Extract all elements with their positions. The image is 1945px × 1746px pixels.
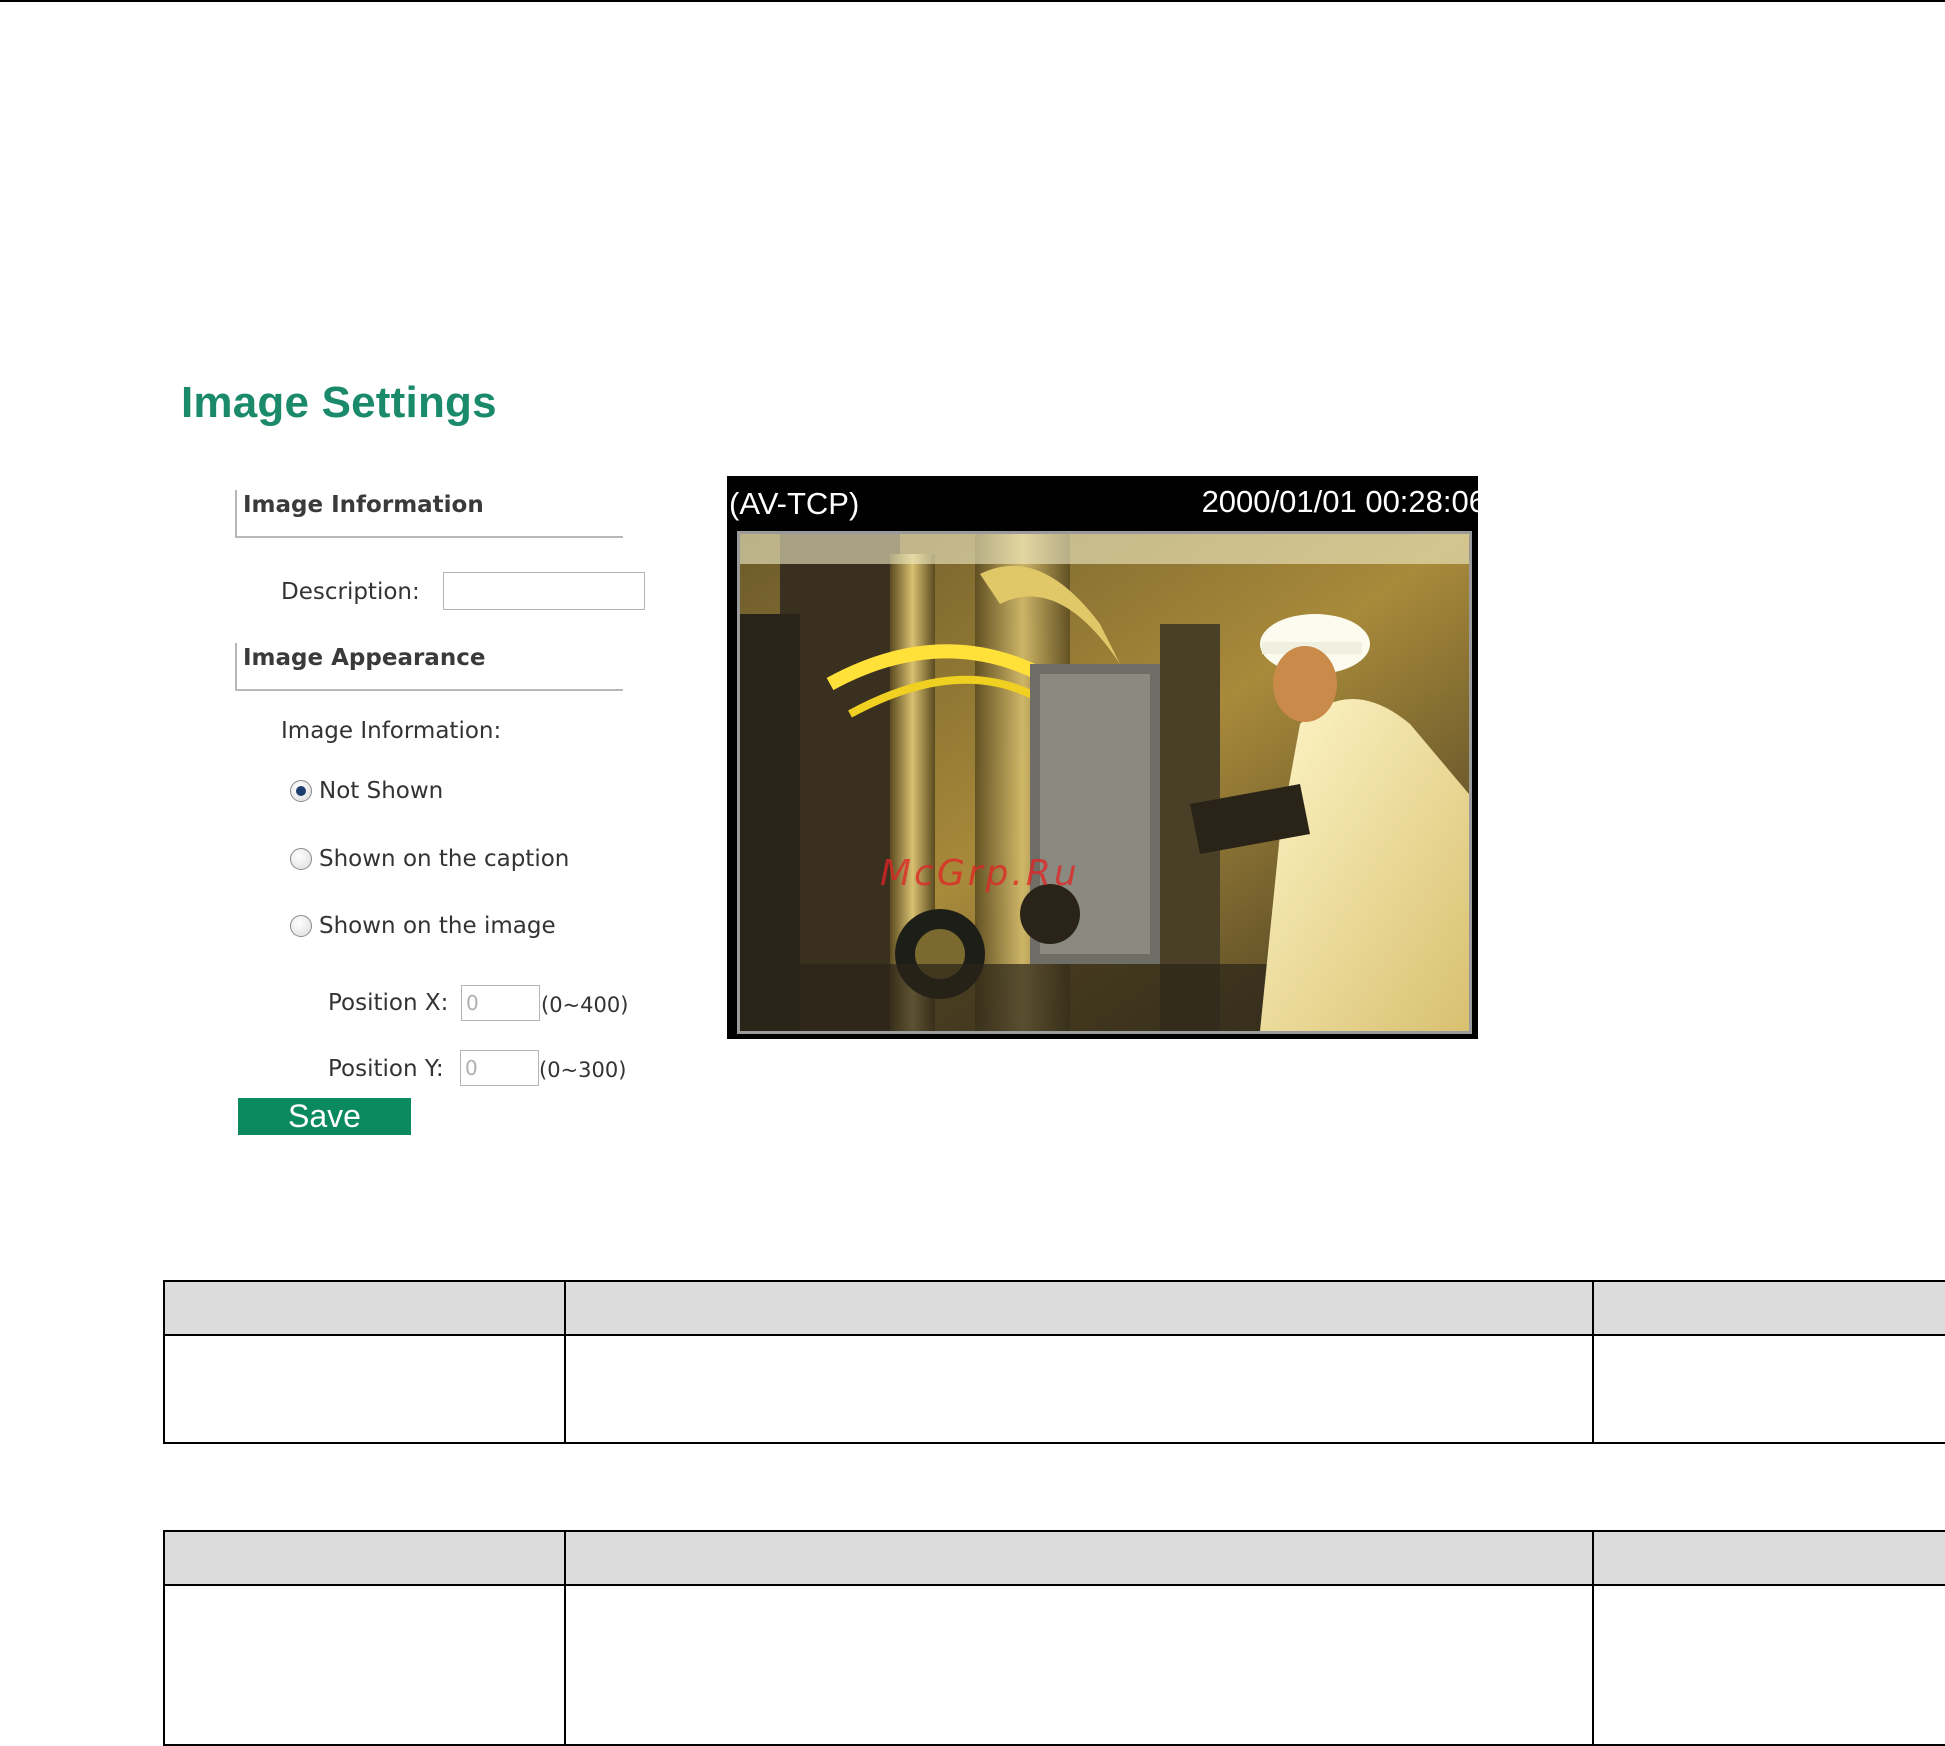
- image-appearance-header-label: Image Appearance: [243, 645, 486, 671]
- table-header-cell: [163, 1280, 566, 1336]
- preview-caption-left: (AV-TCP): [729, 486, 860, 521]
- image-appearance-header: Image Appearance: [235, 643, 623, 691]
- position-x-range: (0~400): [541, 993, 629, 1017]
- position-x-label: Position X:: [328, 990, 449, 1016]
- radio-shown-on-caption-label: Shown on the caption: [319, 846, 570, 872]
- position-y-range: (0~300): [539, 1058, 627, 1082]
- table-header-row: [163, 1280, 1945, 1336]
- settings-table-1: [163, 1280, 1945, 1444]
- description-label: Description:: [281, 579, 420, 605]
- table-header-cell: [1592, 1280, 1945, 1336]
- image-information-label: Image Information:: [281, 718, 502, 744]
- video-preview: (AV-TCP) 2000/01/01 00:28:06: [727, 476, 1478, 1039]
- settings-table-2: [163, 1530, 1945, 1746]
- watermark: McGrp.Ru: [880, 853, 1080, 894]
- radio-shown-on-image[interactable]: [290, 915, 312, 937]
- position-y-label: Position Y:: [328, 1056, 444, 1082]
- table-header-cell: [1592, 1530, 1945, 1586]
- camera-snapshot-image: [737, 531, 1472, 1034]
- radio-not-shown[interactable]: [290, 780, 312, 802]
- table-cell: [1592, 1334, 1945, 1444]
- position-x-input[interactable]: [461, 985, 540, 1021]
- radio-not-shown-label: Not Shown: [319, 778, 444, 804]
- table-cell: [163, 1334, 566, 1444]
- preview-caption-timestamp: 2000/01/01 00:28:06: [1201, 484, 1478, 519]
- top-rule: [0, 0, 1945, 2]
- table-header-cell: [564, 1530, 1594, 1586]
- position-y-input[interactable]: [460, 1050, 539, 1086]
- page-title: Image Settings: [181, 378, 497, 427]
- radio-shown-on-image-label: Shown on the image: [319, 913, 556, 939]
- table-header-cell: [564, 1280, 1594, 1336]
- radio-shown-on-caption[interactable]: [290, 848, 312, 870]
- table-cell: [163, 1584, 566, 1746]
- save-button[interactable]: Save: [238, 1098, 411, 1135]
- table-cell: [1592, 1584, 1945, 1746]
- description-input[interactable]: [443, 572, 645, 610]
- table-cell: [564, 1584, 1594, 1746]
- table-header-row: [163, 1530, 1945, 1586]
- image-information-header-label: Image Information: [243, 492, 484, 518]
- table-header-cell: [163, 1530, 566, 1586]
- table-cell: [564, 1334, 1594, 1444]
- table-row: [163, 1584, 1945, 1746]
- image-information-header: Image Information: [235, 490, 623, 538]
- table-row: [163, 1334, 1945, 1444]
